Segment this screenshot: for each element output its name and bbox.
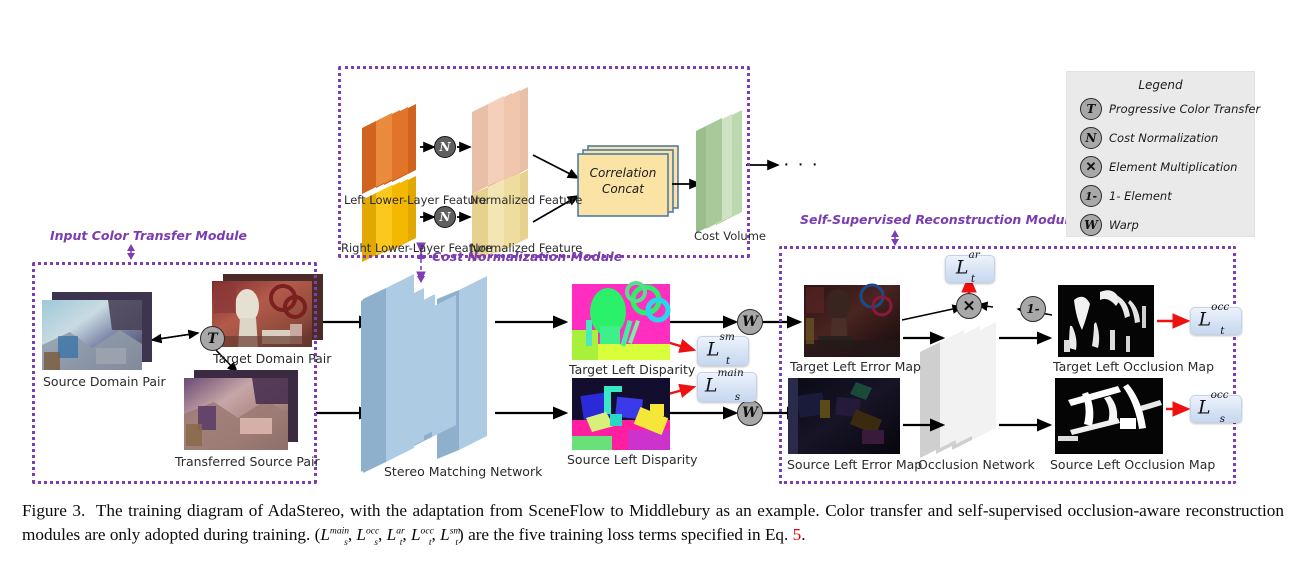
multiply-icon: ✕ [956,293,982,319]
arrow-source-disp-to-loss [645,383,697,402]
target-left-disparity-image [572,281,671,360]
input-color-transfer-frame [32,262,317,484]
left-lower-layer-feature-label: Left Lower-Layer Feature [344,193,487,207]
source-left-error-map-label: Source Left Error Map [787,457,923,472]
caption-loss-t-occ: Locct [410,525,434,548]
figure-caption: Figure 3. The training diagram of AdaSte… [22,501,1284,548]
target-left-error-map-label: Target Left Error Map [790,359,921,374]
loss-source-main: Lmains [697,367,757,402]
caption-loss-t-sm: Lsmt [440,525,461,548]
figure-container: Input Color Transfer Module Cost Normali… [0,0,1303,584]
input-color-transfer-title: Input Color Transfer Module [50,228,248,243]
legend-item-multiply: ✕ Element Multiplication [1080,156,1237,178]
color-transfer-icon: T [1080,98,1102,120]
warp-icon-target: W [737,309,763,335]
equation-reference-link[interactable]: 5 [793,525,802,544]
stereo-matching-network-label: Stereo Matching Network [384,464,543,479]
warp-icon-source: W [737,400,763,426]
legend-label-color-transfer: Progressive Color Transfer [1109,102,1261,116]
legend-panel: Legend T Progressive Color Transfer N Co… [1066,71,1260,237]
cost-volume-label: Cost Volume [694,229,766,243]
caption-loss-s-occ: Loccs [356,525,380,548]
source-domain-pair-label: Source Domain Pair [43,374,166,389]
legend-item-cost-normalization: N Cost Normalization [1080,127,1218,149]
loss-target-sm: Lsmt [697,331,749,366]
input-color-transfer-link-arrow [127,244,135,260]
correlation-line2: Concat [602,182,644,197]
right-normalized-feature-label: Normalized Feature [470,241,583,255]
loss-source-occ: Loccs [1190,389,1242,424]
color-transfer-icon: T [200,326,225,351]
arrow-target-disp-to-loss [645,334,697,353]
target-left-occlusion-map-label: Target Left Occlusion Map [1053,359,1215,374]
cost-normalization-icon-left: N [434,136,456,158]
legend-label-cost-normalization: Cost Normalization [1109,131,1219,145]
occlusion-network-label: Occlusion Network [918,457,1035,472]
caption-loss-t-ar: Lart [386,525,405,548]
legend-item-color-transfer: T Progressive Color Transfer [1080,98,1260,120]
one-minus-icon: 1- [1020,296,1046,322]
cost-volume-ellipsis: · · · [783,153,820,175]
warp-icon: W [1080,214,1102,236]
multiply-icon: ✕ [1080,156,1102,178]
loss-target-ar: Lart [945,249,995,284]
caption-end: . [801,525,806,545]
cost-normalization-frame [338,66,750,258]
cost-normalization-icon: N [1080,127,1102,149]
correlation-concat-text: Correlation Concat [586,165,660,197]
left-normalized-feature-label: Normalized Feature [470,193,583,207]
legend-item-one-minus: 1- 1- Element [1080,185,1172,207]
stereo-matching-network-slabs [361,274,487,473]
caption-loss-s-main: Lmains [320,525,350,548]
cost-normalization-icon-right: N [434,206,456,228]
self-supervised-link-arrow [891,230,899,246]
one-minus-icon: 1- [1080,185,1102,207]
legend-item-warp: W Warp [1080,214,1139,236]
legend-title: Legend [1138,78,1183,92]
target-domain-pair-label: Target Domain Pair [213,351,332,366]
source-left-disparity-image [572,378,670,450]
target-left-disparity-label: Target Left Disparity [569,362,696,377]
source-left-occlusion-map-label: Source Left Occlusion Map [1050,457,1216,472]
source-left-disparity-label: Source Left Disparity [567,452,698,467]
figure-number: Figure 3. [22,501,86,520]
legend-label-multiply: Element Multiplication [1109,160,1238,174]
legend-label-one-minus: 1- Element [1109,189,1172,203]
loss-target-occ: Locct [1190,301,1242,336]
correlation-line1: Correlation [589,166,657,180]
self-supervised-title: Self-Supervised Reconstruction Module [800,212,1078,227]
transferred-source-pair-label: Transferred Source Pair [175,454,320,469]
caption-text-part2: ) are the five training loss terms speci… [458,525,793,545]
legend-label-warp: Warp [1109,218,1139,232]
